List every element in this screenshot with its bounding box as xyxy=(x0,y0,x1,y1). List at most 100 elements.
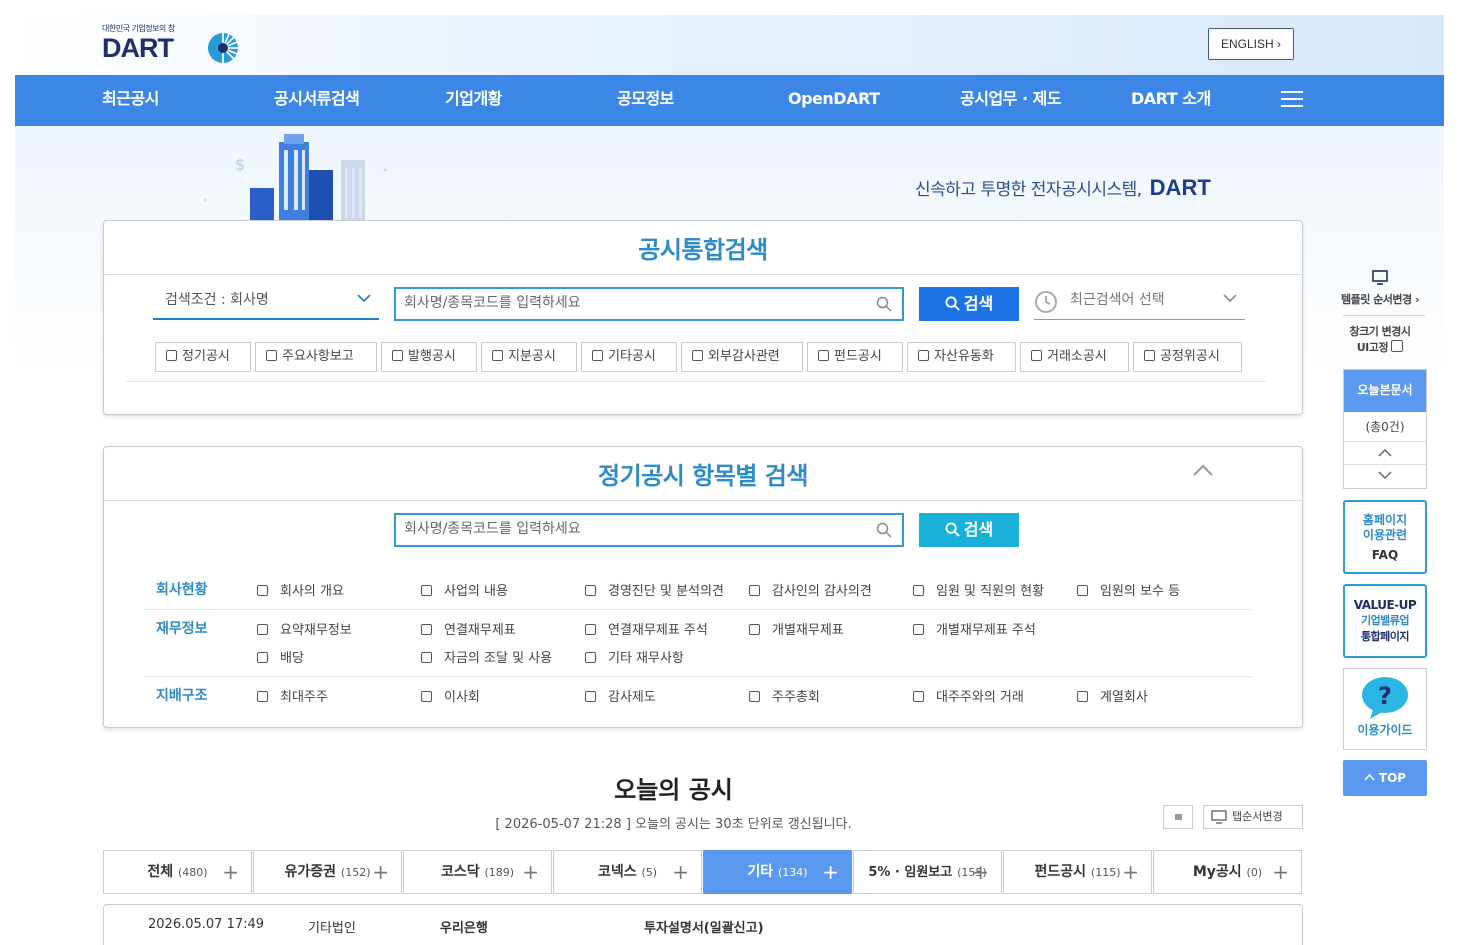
item-dividend[interactable]: 배당 xyxy=(257,647,304,666)
checkbox[interactable] xyxy=(257,691,268,702)
guide-button[interactable]: ? 이용가이드 xyxy=(1343,668,1427,750)
checkbox[interactable] xyxy=(918,350,929,361)
nav-item-search[interactable]: 공시서류검색 xyxy=(274,75,360,123)
checkbox[interactable] xyxy=(1077,691,1088,702)
checkbox[interactable] xyxy=(749,691,760,702)
item-largest-holder[interactable]: 최대주주 xyxy=(257,686,328,705)
tab-order-button[interactable]: 탭순서변경 xyxy=(1203,805,1303,829)
item-affiliates[interactable]: 계열회사 xyxy=(1077,686,1148,705)
type-chip-periodic[interactable]: 정기공시 xyxy=(155,342,251,372)
window-fix-toggle[interactable]: 창크기 변경시 UI고정 xyxy=(1335,323,1425,355)
checkbox[interactable] xyxy=(913,691,924,702)
chevron-up-icon[interactable] xyxy=(1193,464,1213,476)
plus-icon[interactable]: + xyxy=(972,851,989,893)
type-chip-audit[interactable]: 외부감사관련 xyxy=(681,342,803,372)
item-separate-fs[interactable]: 개별재무제표 xyxy=(749,619,844,638)
checkbox[interactable] xyxy=(1391,340,1404,352)
checkbox[interactable] xyxy=(166,350,177,361)
tab-all[interactable]: 전체 (480) + xyxy=(103,850,252,894)
checkbox[interactable] xyxy=(592,350,603,361)
type-chip-ftc[interactable]: 공정위공시 xyxy=(1133,342,1242,372)
checkbox[interactable] xyxy=(257,585,268,596)
plus-icon[interactable]: + xyxy=(222,851,239,893)
search-condition-select[interactable]: 검색조건 : 회사명 xyxy=(153,283,379,320)
checkbox[interactable] xyxy=(913,585,924,596)
nav-item-about[interactable]: DART 소개 xyxy=(1131,75,1211,123)
item-funding[interactable]: 자금의 조달 및 사용 xyxy=(421,647,552,666)
tab-five-percent[interactable]: 5% · 임원보고 (155) + xyxy=(853,850,1002,894)
item-business[interactable]: 사업의 내용 xyxy=(421,580,508,599)
item-board[interactable]: 이사회 xyxy=(421,686,480,705)
plus-icon[interactable]: + xyxy=(1122,851,1139,893)
faq-button[interactable]: 홈페이지 이용관련 FAQ xyxy=(1343,500,1427,574)
plus-icon[interactable]: + xyxy=(1272,851,1289,893)
item-consolidated-notes[interactable]: 연결재무제표 주석 xyxy=(585,619,708,638)
row-company[interactable]: 우리은행 xyxy=(440,917,488,936)
item-related-transactions[interactable]: 대주주와의 거래 xyxy=(913,686,1024,705)
checkbox[interactable] xyxy=(1031,350,1042,361)
item-auditor-opinion[interactable]: 감사인의 감사의견 xyxy=(749,580,872,599)
tab-konex[interactable]: 코넥스 (5) + xyxy=(553,850,702,894)
checkbox[interactable] xyxy=(492,350,503,361)
item-compensation[interactable]: 임원의 보수 등 xyxy=(1077,580,1180,599)
recent-search-select[interactable]: 최근검색어 선택 xyxy=(1034,283,1245,320)
checkbox[interactable] xyxy=(585,624,596,635)
checkbox[interactable] xyxy=(257,624,268,635)
value-up-button[interactable]: VALUE-UP 기업밸류업 통합페이지 xyxy=(1343,584,1427,658)
item-mdna[interactable]: 경영진단 및 분석의견 xyxy=(585,580,724,599)
integrated-search-input[interactable]: 회사명/종목코드를 입력하세요 xyxy=(394,287,904,321)
nav-item-rules[interactable]: 공시업무 · 제도 xyxy=(960,75,1062,123)
tab-fund[interactable]: 펀드공시 (115) + xyxy=(1003,850,1152,894)
item-officers[interactable]: 임원 및 직원의 현황 xyxy=(913,580,1044,599)
tab-kosdaq[interactable]: 코스닥 (189) + xyxy=(403,850,552,894)
plus-icon[interactable]: + xyxy=(672,851,689,893)
checkbox[interactable] xyxy=(421,585,432,596)
type-chip-equity[interactable]: 지분공시 xyxy=(481,342,577,372)
nav-item-offering[interactable]: 공모정보 xyxy=(617,75,674,123)
list-view-button[interactable] xyxy=(1163,805,1193,829)
item-audit-system[interactable]: 감사제도 xyxy=(585,686,656,705)
table-row[interactable]: 2026.05.07 17:49 기타법인 우리은행 투자설명서(일괄신고) xyxy=(104,917,1302,941)
integrated-search-button[interactable]: 검색 xyxy=(919,287,1019,321)
checkbox[interactable] xyxy=(421,652,432,663)
nav-item-recent[interactable]: 최근공시 xyxy=(102,75,159,123)
nav-item-company[interactable]: 기업개황 xyxy=(445,75,502,123)
dart-logo[interactable]: 대한민국 기업정보의 창 DART xyxy=(102,23,238,63)
checkbox[interactable] xyxy=(913,624,924,635)
checkbox[interactable] xyxy=(1077,585,1088,596)
type-chip-exchange[interactable]: 거래소공시 xyxy=(1020,342,1129,372)
item-other-finance[interactable]: 기타 재무사항 xyxy=(585,647,684,666)
type-chip-abs[interactable]: 자산유동화 xyxy=(907,342,1016,372)
periodic-search-button[interactable]: 검색 xyxy=(919,513,1019,547)
scroll-down-button[interactable] xyxy=(1344,465,1426,488)
item-company-overview[interactable]: 회사의 개요 xyxy=(257,580,344,599)
checkbox[interactable] xyxy=(585,585,596,596)
checkbox[interactable] xyxy=(818,350,829,361)
periodic-search-input[interactable]: 회사명/종목코드를 입력하세요 xyxy=(394,513,904,547)
plus-icon[interactable]: + xyxy=(522,851,539,893)
scroll-up-button[interactable] xyxy=(1344,442,1426,465)
type-chip-fund[interactable]: 펀드공시 xyxy=(807,342,903,372)
template-order-link[interactable]: 템플릿 순서변경 › xyxy=(1335,270,1425,307)
tab-my[interactable]: My공시 (0) + xyxy=(1153,850,1302,894)
hamburger-menu-icon[interactable] xyxy=(1281,91,1303,109)
top-button[interactable]: TOP xyxy=(1343,760,1427,796)
item-shareholders-meeting[interactable]: 주주총회 xyxy=(749,686,820,705)
checkbox[interactable] xyxy=(749,624,760,635)
type-chip-other[interactable]: 기타공시 xyxy=(581,342,677,372)
checkbox[interactable] xyxy=(392,350,403,361)
checkbox[interactable] xyxy=(266,350,277,361)
item-summary-fs[interactable]: 요약재무정보 xyxy=(257,619,352,638)
checkbox[interactable] xyxy=(749,585,760,596)
plus-icon[interactable]: + xyxy=(822,851,839,893)
row-report[interactable]: 투자설명서(일괄신고) xyxy=(644,917,764,936)
checkbox[interactable] xyxy=(257,652,268,663)
plus-icon[interactable]: + xyxy=(372,851,389,893)
english-button[interactable]: ENGLISH › xyxy=(1208,28,1294,60)
item-separate-notes[interactable]: 개별재무제표 주석 xyxy=(913,619,1036,638)
checkbox[interactable] xyxy=(1144,350,1155,361)
checkbox[interactable] xyxy=(692,350,703,361)
type-chip-major[interactable]: 주요사항보고 xyxy=(255,342,377,372)
type-chip-issuance[interactable]: 발행공시 xyxy=(381,342,477,372)
checkbox[interactable] xyxy=(421,624,432,635)
